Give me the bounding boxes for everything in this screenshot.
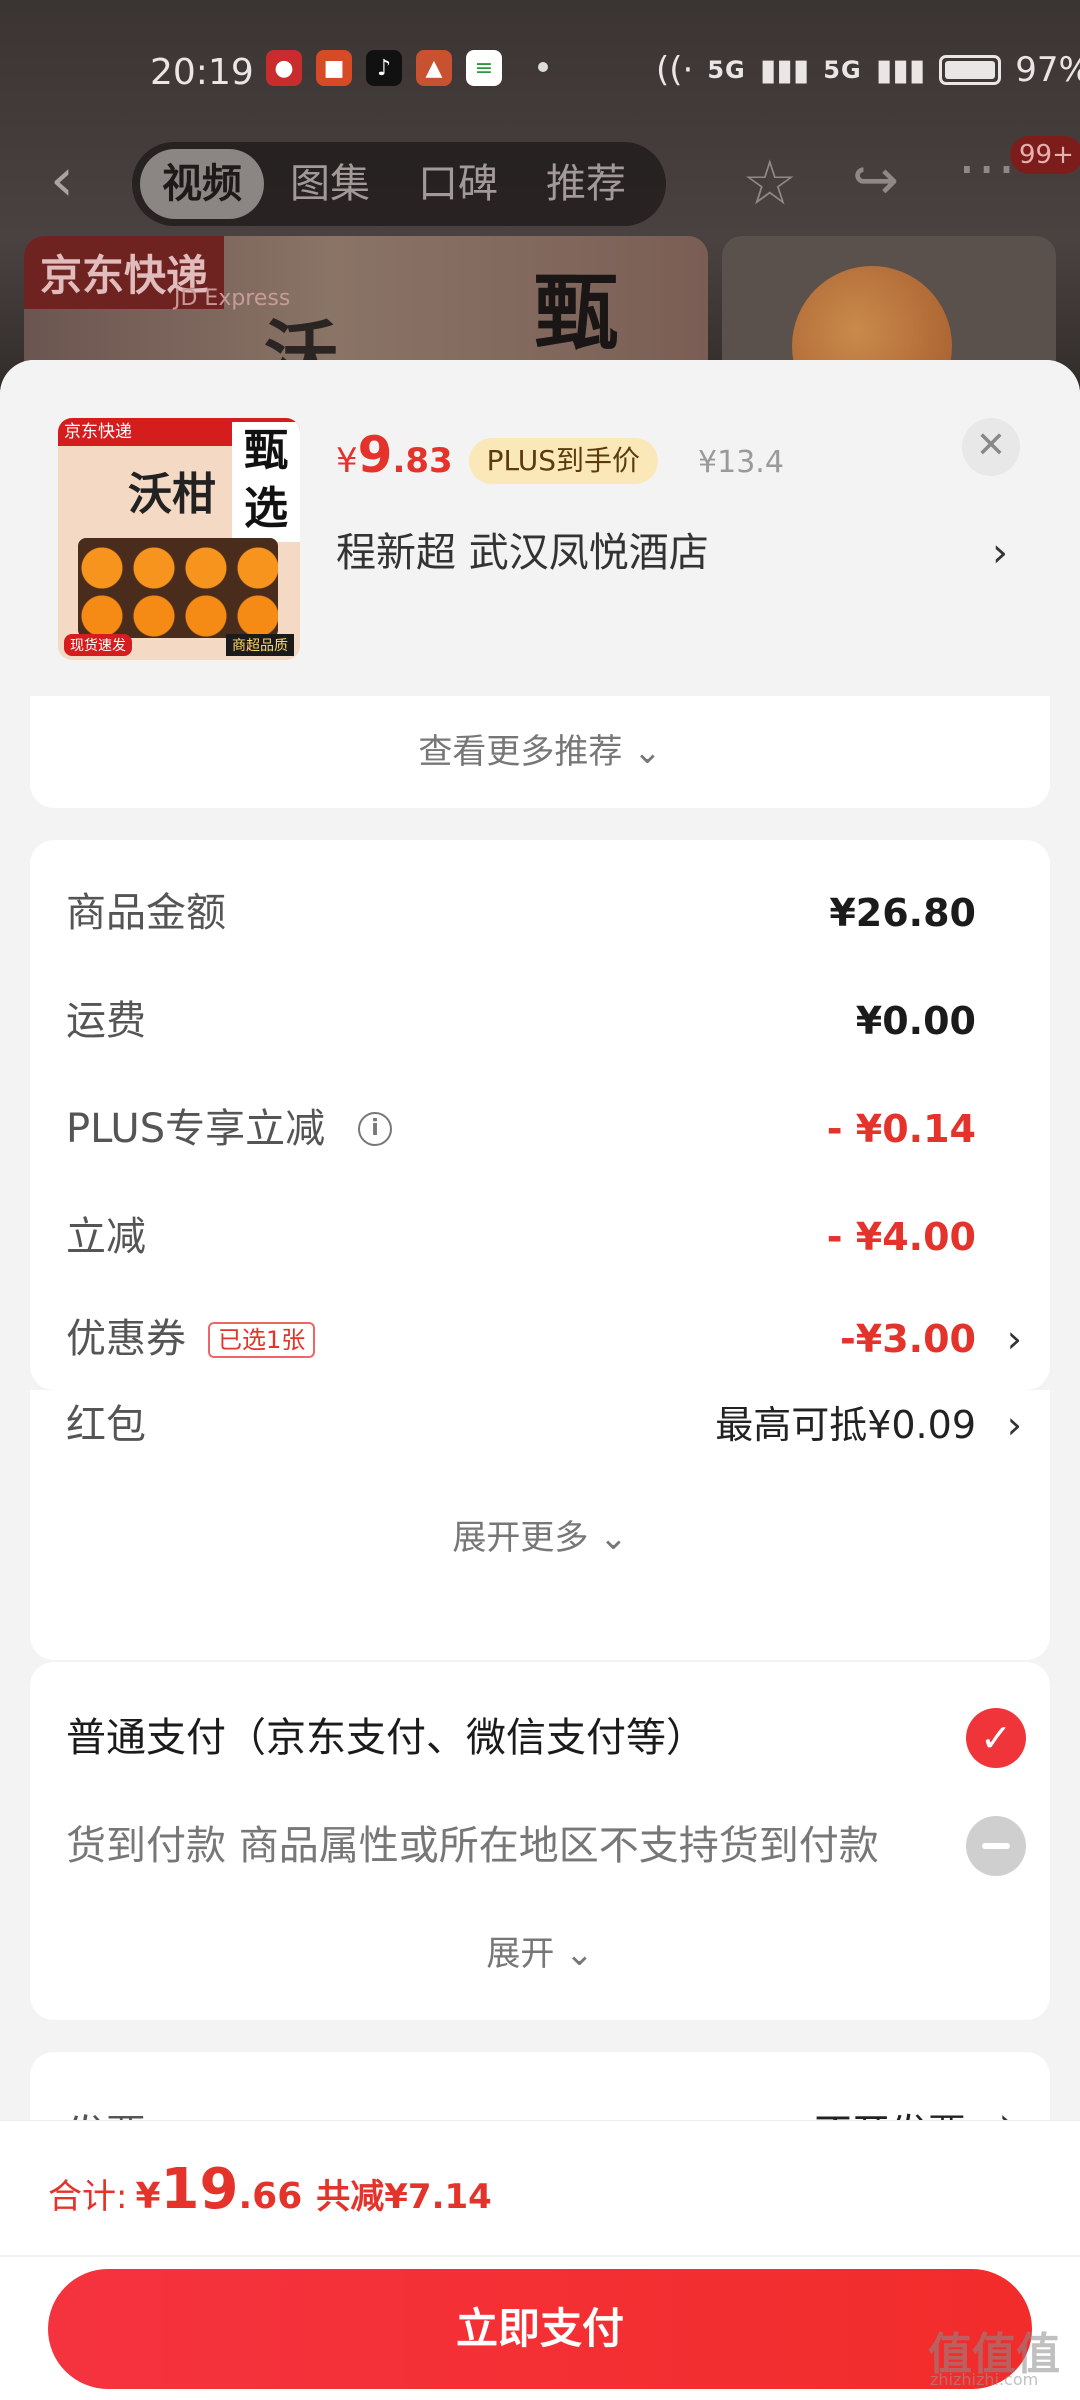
- divider: [0, 2255, 1080, 2257]
- row-value: 最高可抵¥0.09: [715, 1403, 976, 1447]
- signal-5g-icon-1: 5G: [707, 56, 746, 84]
- total-symbol: ¥: [135, 2176, 161, 2217]
- favorite-star-icon[interactable]: ☆: [742, 146, 798, 219]
- price-detail-card: 商品金额 ¥26.80 运费 ¥0.00 PLUS专享立减 i - ¥0.14 …: [30, 840, 1050, 1390]
- price-decimal: .83: [392, 441, 453, 481]
- price-detail-card-lower: 红包 最高可抵¥0.09 › 展开更多 ⌄: [30, 1390, 1050, 1660]
- row-coupon[interactable]: 优惠券 已选1张 -¥3.00 ›: [66, 1304, 1026, 1374]
- checked-icon[interactable]: ✓: [966, 1708, 1026, 1768]
- more-dots-icon[interactable]: ···: [958, 138, 1017, 203]
- row-value: ¥0.00: [855, 999, 976, 1043]
- tab-recommend[interactable]: 推荐: [524, 149, 648, 219]
- row-value: - ¥4.00: [826, 1215, 976, 1259]
- back-arrow-icon[interactable]: ‹: [50, 150, 110, 214]
- row-instant-discount: 立减 - ¥4.00: [66, 1202, 1026, 1272]
- payment-normal-label: 普通支付（京东支付、微信支付等）: [66, 1715, 706, 1761]
- product-price: ¥ 9 .83 PLUS到手价 ¥13.4: [336, 426, 784, 496]
- total-saved: 共减¥7.14: [316, 2177, 492, 2217]
- expand-payment-link[interactable]: 展开 ⌄: [30, 1926, 1050, 1975]
- row-label: 商品金额: [66, 890, 226, 936]
- row-value: -¥3.00: [840, 1317, 976, 1361]
- watermark-url: zhizhizhi.com: [930, 2370, 1039, 2389]
- original-price: ¥13.4: [698, 445, 784, 480]
- close-icon[interactable]: ✕: [962, 418, 1020, 476]
- bottom-bar: 合计: ¥ 19 .66 共减¥7.14 立即支付: [0, 2120, 1080, 2400]
- signal-bars-icon-2: ▮▮▮: [875, 52, 926, 88]
- row-value: - ¥0.14: [826, 1107, 976, 1151]
- address-selector[interactable]: 程新超 武汉凤悦酒店 ›: [336, 518, 1026, 588]
- oranges-image: [78, 538, 278, 638]
- payment-cod: 货到付款 商品属性或所在地区不支持货到付款: [66, 1806, 1026, 1886]
- row-label: PLUS专享立减: [66, 1106, 326, 1152]
- jd-app-icon: ●: [266, 50, 302, 86]
- tiktok-app-icon: ♪: [366, 50, 402, 86]
- status-time: 20:19: [150, 52, 254, 93]
- chevron-right-icon: ›: [1006, 1403, 1022, 1447]
- status-app-icons: ● ■ ♪ ▲ ≡: [266, 50, 502, 86]
- media-tabs: 视频 图集 口碑 推荐: [132, 142, 666, 226]
- total-summary: 合计: ¥ 19 .66 共减¥7.14: [48, 2157, 492, 2222]
- status-indicators: ((· 5G ▮▮▮ 5G ▮▮▮ 97%: [656, 50, 1080, 90]
- tab-video[interactable]: 视频: [140, 149, 264, 219]
- thumb-tag-right: 商超品质: [226, 634, 294, 656]
- row-goods-amount: 商品金额 ¥26.80: [66, 878, 1026, 948]
- banner-mark-zhen: 甄: [534, 264, 619, 362]
- plus-price-tag: PLUS到手价: [468, 438, 659, 484]
- info-icon[interactable]: i: [358, 1112, 392, 1146]
- top-nav: ‹ 视频 图集 口碑 推荐 ☆ ↪ ··· 99+: [0, 136, 1080, 228]
- pay-now-button[interactable]: 立即支付: [48, 2269, 1032, 2389]
- wifi-icon: ((·: [656, 50, 694, 90]
- price-integer: 9: [357, 426, 393, 484]
- more-recommend-link[interactable]: 查看更多推荐 ⌄: [30, 724, 1050, 773]
- chevron-right-icon: ›: [1006, 1317, 1022, 1361]
- battery-icon: [939, 55, 1002, 85]
- total-integer: 19: [160, 2157, 239, 2222]
- row-red-packet[interactable]: 红包 最高可抵¥0.09 ›: [66, 1390, 1026, 1460]
- tab-reviews[interactable]: 口碑: [396, 149, 520, 219]
- total-label: 合计:: [48, 2177, 128, 2217]
- price-symbol: ¥: [336, 441, 358, 481]
- payment-normal[interactable]: 普通支付（京东支付、微信支付等） ✓: [66, 1698, 1026, 1778]
- message-app-icon: ≡: [466, 50, 502, 86]
- address-text: 程新超 武汉凤悦酒店: [336, 530, 709, 576]
- recommend-card: 查看更多推荐 ⌄: [30, 696, 1050, 808]
- thumb-title: 沃柑: [128, 469, 216, 520]
- row-label: 红包: [66, 1402, 146, 1448]
- taobao-app-icon: ▲: [416, 50, 452, 86]
- share-icon[interactable]: ↪: [852, 148, 899, 213]
- product-summary: 京东快递 沃柑 甄选 现货速发 商超品质 ¥ 9 .83 PLUS到手价 ¥13…: [0, 360, 1080, 696]
- row-label: 优惠券: [66, 1316, 186, 1362]
- chevron-right-icon: ›: [992, 530, 1008, 576]
- row-shipping: 运费 ¥0.00: [66, 986, 1026, 1056]
- coupon-selected-tag: 已选1张: [208, 1322, 316, 1358]
- tab-gallery[interactable]: 图集: [268, 149, 392, 219]
- expand-more-link[interactable]: 展开更多 ⌄: [30, 1510, 1050, 1559]
- row-label: 立减: [66, 1214, 146, 1260]
- signal-bars-icon-1: ▮▮▮: [759, 52, 810, 88]
- slow-app-icon: ■: [316, 50, 352, 86]
- signal-5g-icon-2: 5G: [823, 56, 862, 84]
- thumb-tag-left: 现货速发: [64, 634, 132, 656]
- total-decimal: .66: [238, 2176, 303, 2217]
- background-page: 20:19 ● ■ ♪ ▲ ≡ ((· 5G ▮▮▮ 5G ▮▮▮ 97% ‹ …: [0, 0, 1080, 436]
- row-value: ¥26.80: [829, 891, 976, 935]
- payment-cod-label: 货到付款 商品属性或所在地区不支持货到付款: [66, 1823, 879, 1869]
- battery-percent: 97%: [1015, 50, 1080, 90]
- payment-card: 普通支付（京东支付、微信支付等） ✓ 货到付款 商品属性或所在地区不支持货到付款…: [30, 1662, 1050, 2020]
- disabled-icon: [966, 1816, 1026, 1876]
- product-thumbnail: 京东快递 沃柑 甄选 现货速发 商超品质: [58, 418, 300, 660]
- row-label: 运费: [66, 998, 146, 1044]
- row-plus-discount: PLUS专享立减 i - ¥0.14: [66, 1094, 1026, 1164]
- status-bar: 20:19 ● ■ ♪ ▲ ≡ ((· 5G ▮▮▮ 5G ▮▮▮ 97%: [0, 40, 1080, 106]
- message-count-badge: 99+: [1010, 136, 1080, 174]
- thumb-select-label: 甄选: [232, 422, 300, 542]
- notification-dot-icon: [538, 62, 548, 72]
